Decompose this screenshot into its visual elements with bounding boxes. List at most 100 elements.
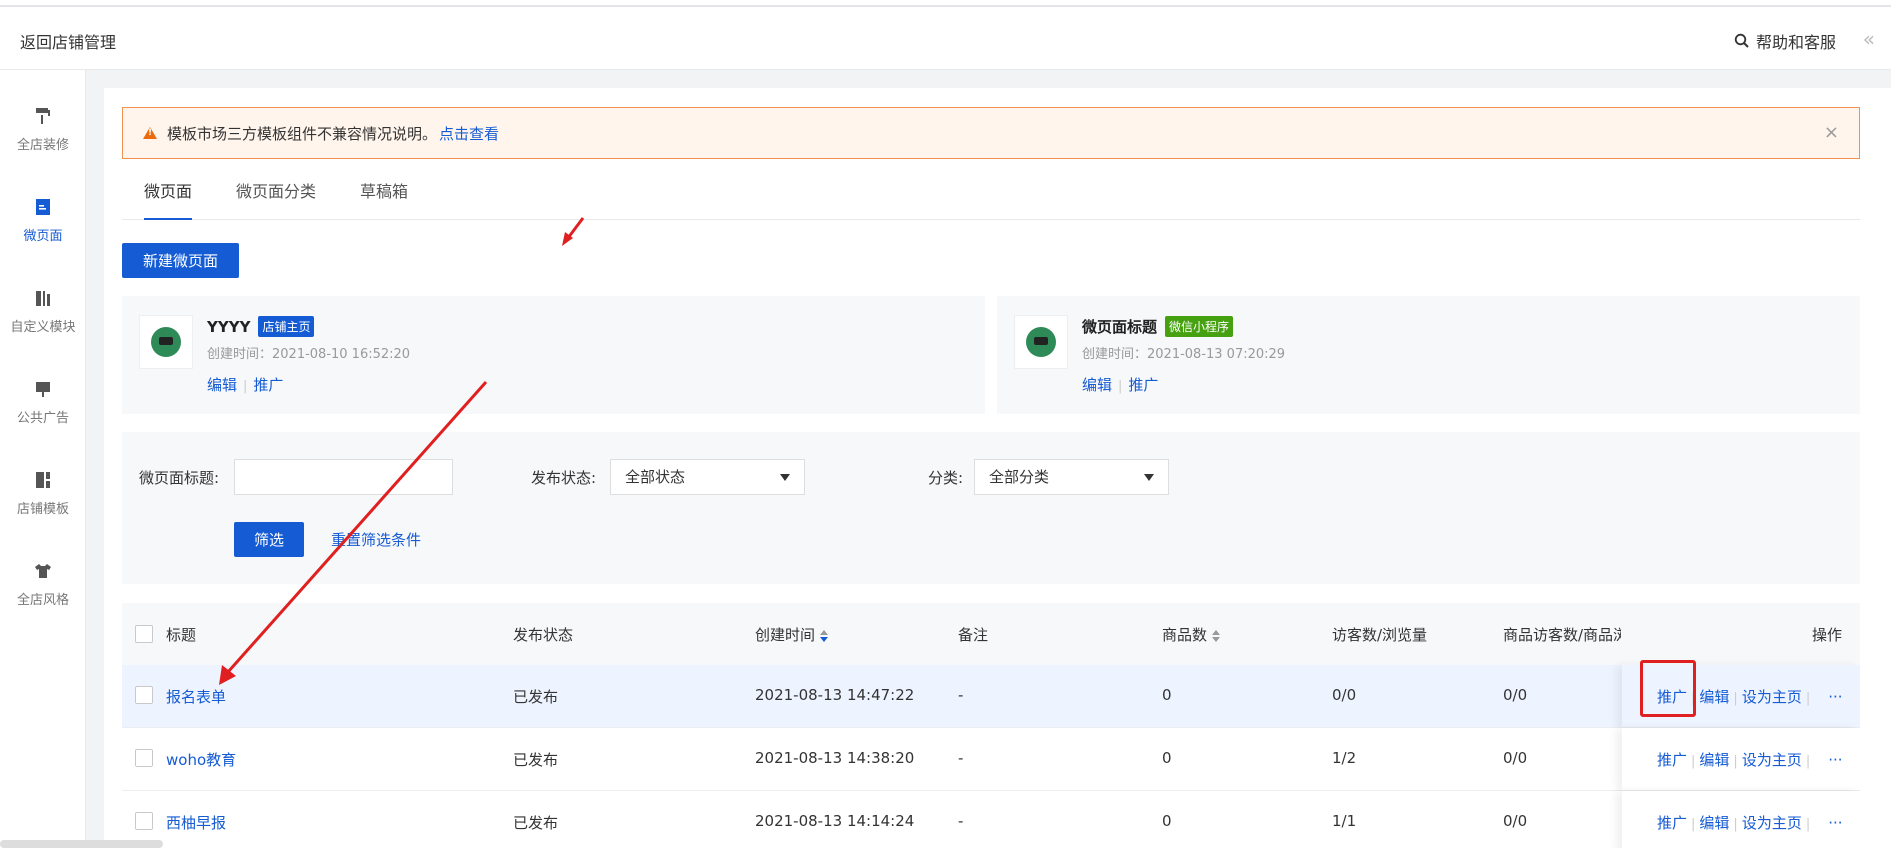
sidebar: 全店装修 微页面 自定义模块 公共广告 店铺模板 全店风格 bbox=[0, 70, 86, 848]
notice-view-link[interactable]: 点击查看 bbox=[439, 123, 499, 144]
row-visitors: 1/1 bbox=[1332, 812, 1357, 830]
graduation-cap-icon bbox=[151, 327, 181, 357]
card-actions: 编辑 | 推广 bbox=[207, 374, 283, 395]
row-note: - bbox=[958, 749, 964, 767]
help-label: 帮助和客服 bbox=[1755, 33, 1836, 52]
card-promote-link[interactable]: 推广 bbox=[1128, 376, 1158, 394]
top-border bbox=[0, 0, 1891, 7]
status-select-value: 全部状态 bbox=[625, 468, 686, 486]
set-home-link[interactable]: 设为主页 bbox=[1742, 751, 1802, 769]
notice-text: 模板市场三方模板组件不兼容情况说明。 bbox=[167, 124, 438, 143]
page-thumbnail bbox=[139, 315, 193, 369]
sort-icon[interactable] bbox=[820, 629, 829, 642]
card-actions: 编辑 | 推广 bbox=[1082, 374, 1158, 395]
card-edit-link[interactable]: 编辑 bbox=[207, 376, 237, 394]
row-status: 已发布 bbox=[513, 751, 559, 769]
card-title-text: 微页面标题 bbox=[1082, 318, 1158, 336]
sidebar-item-custom-module[interactable]: 自定义模块 bbox=[0, 288, 86, 335]
miniprogram-card: 微页面标题 微信小程序 创建时间：2021-08-13 07:20:29 编辑 |… bbox=[997, 296, 1860, 414]
warning-icon bbox=[143, 127, 157, 139]
more-icon[interactable]: ··· bbox=[1828, 814, 1842, 832]
store-home-badge: 店铺主页 bbox=[258, 316, 315, 337]
col-goods[interactable]: 商品数 bbox=[1162, 624, 1221, 645]
edit-link[interactable]: 编辑 bbox=[1699, 751, 1729, 769]
row-actions: 推广 | 编辑 | 设为主页 | ··· bbox=[1657, 812, 1843, 833]
new-micropage-button[interactable]: 新建微页面 bbox=[122, 243, 239, 278]
tab-micropage-category[interactable]: 微页面分类 bbox=[236, 178, 316, 220]
set-home-link[interactable]: 设为主页 bbox=[1742, 688, 1802, 706]
row-goods-visitors: 0/0 bbox=[1503, 686, 1528, 704]
row-goods: 0 bbox=[1162, 686, 1172, 704]
more-icon[interactable]: ··· bbox=[1828, 688, 1842, 706]
divider: | bbox=[1805, 754, 1811, 769]
sidebar-item-label: 微页面 bbox=[23, 229, 63, 244]
sidebar-item-label: 店铺模板 bbox=[16, 502, 69, 517]
divider: | bbox=[243, 379, 248, 394]
col-visitors: 访客数/浏览量 bbox=[1332, 626, 1428, 644]
row-goods-visitors: 0/0 bbox=[1503, 749, 1528, 767]
sidebar-item-store-style[interactable]: 全店风格 bbox=[0, 561, 86, 608]
status-select[interactable]: 全部状态 bbox=[610, 459, 805, 495]
sidebar-item-store-template[interactable]: 店铺模板 bbox=[0, 470, 86, 517]
category-select[interactable]: 全部分类 bbox=[974, 459, 1169, 495]
row-note: - bbox=[958, 812, 964, 830]
edit-link[interactable]: 编辑 bbox=[1699, 814, 1729, 832]
ad-board-icon bbox=[36, 382, 50, 397]
sort-icon[interactable] bbox=[1212, 629, 1221, 642]
caret-down-icon bbox=[780, 474, 790, 481]
more-icon[interactable]: ··· bbox=[1828, 751, 1842, 769]
row-checkbox[interactable] bbox=[135, 812, 153, 830]
sidebar-item-decoration[interactable]: 全店装修 bbox=[0, 106, 86, 153]
reset-filter-link[interactable]: 重置筛选条件 bbox=[331, 529, 421, 550]
table-row: 西柚早报 已发布 2021-08-13 14:14:24 - 0 1/1 0/0… bbox=[122, 791, 1860, 848]
row-title-link[interactable]: 报名表单 bbox=[166, 686, 226, 707]
title-filter-label: 微页面标题: bbox=[139, 469, 220, 487]
row-note: - bbox=[958, 686, 964, 704]
divider: | bbox=[1733, 817, 1738, 832]
promote-link[interactable]: 推广 bbox=[1657, 814, 1687, 832]
card-edit-link[interactable]: 编辑 bbox=[1082, 376, 1112, 394]
row-title-link[interactable]: woho教育 bbox=[166, 749, 236, 770]
close-icon[interactable]: × bbox=[1824, 122, 1839, 143]
edit-link[interactable]: 编辑 bbox=[1699, 688, 1729, 706]
promote-link[interactable]: 推广 bbox=[1657, 751, 1687, 769]
back-to-store-link[interactable]: 返回店铺管理 bbox=[20, 29, 116, 53]
annotation-highlight-box bbox=[1640, 660, 1696, 717]
row-checkbox[interactable] bbox=[135, 749, 153, 767]
col-created[interactable]: 创建时间 bbox=[755, 624, 829, 645]
row-status: 已发布 bbox=[513, 688, 559, 706]
card-created-time: 创建时间：2021-08-10 16:52:20 bbox=[207, 347, 411, 362]
tab-micropage[interactable]: 微页面 bbox=[144, 178, 193, 220]
col-goods-visitors: 商品访客数/商品浏 bbox=[1503, 626, 1621, 644]
col-actions: 操作 bbox=[1812, 626, 1843, 644]
card-created-time: 创建时间：2021-08-13 07:20:29 bbox=[1082, 347, 1286, 362]
filter-button[interactable]: 筛选 bbox=[234, 522, 304, 557]
card-promote-link[interactable]: 推广 bbox=[253, 376, 283, 394]
help-button[interactable]: 帮助和客服 bbox=[1734, 29, 1836, 53]
row-checkbox[interactable] bbox=[135, 686, 153, 704]
horizontal-scrollbar[interactable] bbox=[0, 840, 163, 848]
collapse-icon[interactable]: « bbox=[1863, 27, 1875, 51]
set-home-link[interactable]: 设为主页 bbox=[1742, 814, 1802, 832]
sidebar-item-public-ads[interactable]: 公共广告 bbox=[0, 379, 86, 426]
table-row: woho教育 已发布 2021-08-13 14:38:20 - 0 1/2 0… bbox=[122, 728, 1860, 791]
sidebar-item-micropage[interactable]: 微页面 bbox=[0, 197, 86, 244]
row-created: 2021-08-13 14:14:24 bbox=[755, 812, 915, 830]
top-header: 返回店铺管理 帮助和客服 « bbox=[0, 7, 1891, 70]
card-title: YYYY 店铺主页 bbox=[207, 316, 315, 337]
select-all-checkbox[interactable] bbox=[135, 625, 153, 643]
tab-drafts[interactable]: 草稿箱 bbox=[360, 178, 408, 220]
divider: | bbox=[1118, 379, 1123, 394]
sidebar-item-label: 公共广告 bbox=[16, 411, 69, 426]
row-created: 2021-08-13 14:38:20 bbox=[755, 749, 915, 767]
category-select-value: 全部分类 bbox=[989, 468, 1050, 486]
row-goods-visitors: 0/0 bbox=[1503, 812, 1528, 830]
sidebar-item-label: 全店装修 bbox=[16, 138, 69, 153]
row-created: 2021-08-13 14:47:22 bbox=[755, 686, 915, 704]
template-icon bbox=[36, 472, 50, 488]
row-title-link[interactable]: 西柚早报 bbox=[166, 812, 226, 833]
title-search-input[interactable] bbox=[234, 459, 453, 495]
table-header: 标题 发布状态 创建时间 备注 商品数 访客数/浏览量 商品访客数/商品浏 操作 bbox=[122, 603, 1860, 665]
divider: | bbox=[1691, 754, 1696, 769]
filter-panel: 微页面标题: 发布状态: 分类: bbox=[122, 432, 1860, 584]
